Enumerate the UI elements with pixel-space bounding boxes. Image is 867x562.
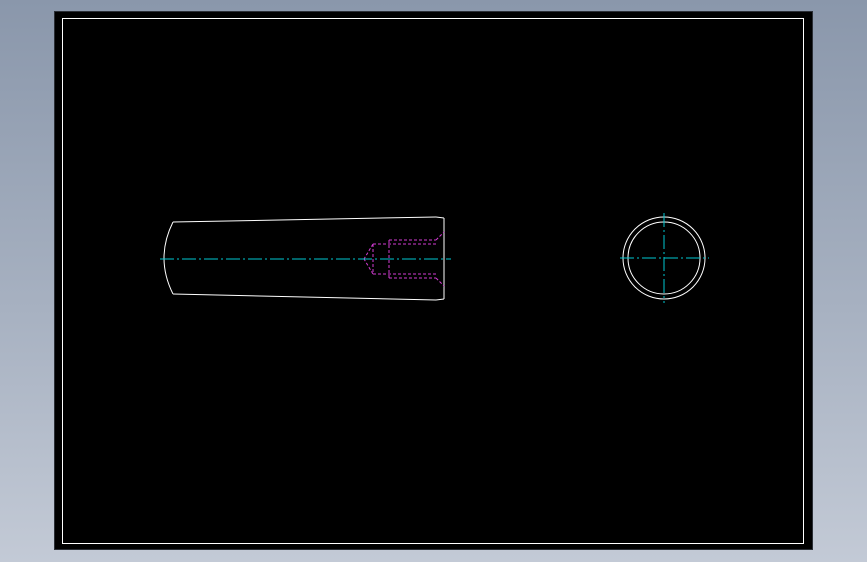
drawing-sheet	[55, 12, 812, 549]
pin-bottom-edge	[172, 293, 437, 301]
pin-left-end-arc	[163, 221, 174, 295]
cad-drawing-canvas	[62, 18, 804, 544]
pin-top-edge	[172, 216, 437, 223]
drawing-border	[62, 18, 804, 544]
pin-end-view	[620, 213, 709, 303]
pin-right-chamfer-bottom	[435, 298, 445, 301]
pin-side-view	[160, 216, 451, 301]
pin-right-chamfer-top	[435, 216, 445, 219]
